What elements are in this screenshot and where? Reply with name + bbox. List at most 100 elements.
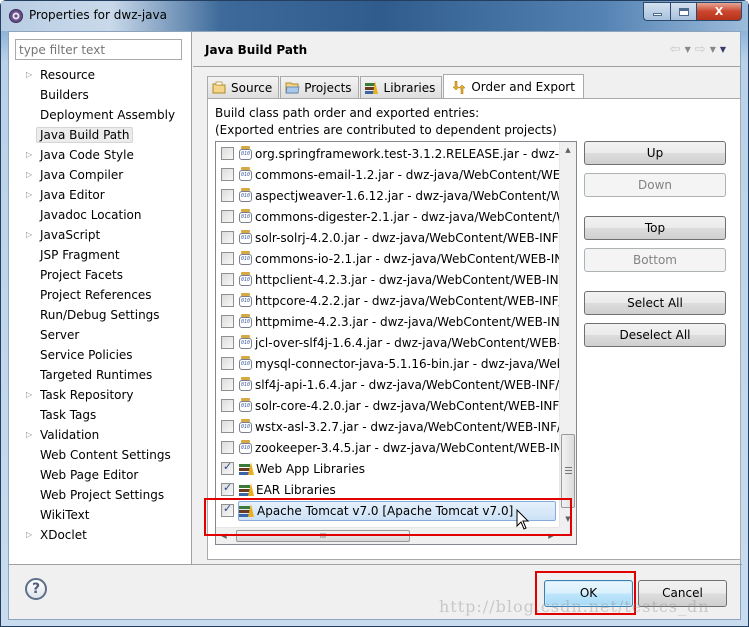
forward-arrow-icon[interactable]: ⇨ [695,42,706,57]
classpath-entry-row[interactable]: 010 commons-io-2.1.jar - dwz-java/WebCont… [216,248,563,269]
nav-item[interactable]: ▷ Task Repository [9,385,192,405]
classpath-entry-row[interactable]: 010 solr-core-4.2.0.jar - dwz-java/WebCon… [216,395,563,416]
cancel-button[interactable]: Cancel [638,580,727,607]
vertical-scrollbar[interactable]: ▲ ▼ [559,142,576,527]
tab-order-and-export[interactable]: Order and Export [443,74,584,99]
classpath-entry-row[interactable]: 010 zookeeper-3.4.5.jar - dwz-java/WebCon… [216,437,562,458]
export-checkbox[interactable] [221,252,234,265]
nav-item[interactable]: Web Page Editor [9,465,192,485]
classpath-entry-row[interactable]: 010 httpcore-4.2.2.jar - dwz-java/WebCont… [216,290,563,311]
minimize-button[interactable] [643,2,670,21]
export-checkbox[interactable] [221,273,234,286]
export-checkbox[interactable] [221,481,234,496]
nav-item[interactable]: Builders [9,85,192,105]
scroll-right-icon[interactable]: ▶ [543,528,559,544]
down-button[interactable]: Down [584,173,726,197]
classpath-entry-row[interactable]: 010 wstx-asl-3.2.7.jar - dwz-java/WebCont… [216,416,564,437]
classpath-entry-row[interactable]: 010 jcl-over-slf4j-1.6.4.jar - dwz-java/W… [216,332,565,353]
nav-item[interactable]: Deployment Assembly [9,105,192,125]
forward-dropdown-icon[interactable]: ▼ [710,45,716,54]
horizontal-scrollbar[interactable]: ◀ III ▶ [216,527,559,544]
back-dropdown-icon[interactable]: ▼ [685,45,691,54]
nav-item[interactable]: ▷ Java Code Style [9,145,192,165]
classpath-entries-list[interactable]: 010 org.springframework.test-3.1.2.RELEAS… [215,141,577,545]
nav-item[interactable]: Server [9,325,192,345]
nav-item[interactable]: Project References [9,285,192,305]
export-checkbox[interactable] [221,210,234,223]
nav-item[interactable]: Web Content Settings [9,445,192,465]
export-checkbox[interactable] [221,294,234,307]
nav-item[interactable]: Task Tags [9,405,192,425]
bottom-button[interactable]: Bottom [584,248,726,272]
nav-item[interactable]: ▷ Validation [9,425,192,445]
nav-item[interactable]: JSP Fragment [9,245,192,265]
expand-arrow-icon[interactable]: ▷ [26,145,32,165]
nav-item[interactable]: ▷ Java Compiler [9,165,192,185]
expand-arrow-icon[interactable]: ▷ [26,165,32,185]
expand-arrow-icon[interactable]: ▷ [26,425,32,445]
tab-projects[interactable]: Projects [280,76,359,98]
up-button[interactable]: Up [584,141,726,165]
nav-item[interactable]: Web Project Settings [9,485,192,505]
scroll-down-icon[interactable]: ▼ [560,511,576,527]
select-all-button[interactable]: Select All [584,291,726,315]
expand-arrow-icon[interactable]: ▷ [26,525,32,545]
nav-item[interactable]: Java Build Path [9,125,192,145]
classpath-entry-row[interactable]: 010 commons-digester-2.1.jar - dwz-java/W… [216,206,568,227]
expand-arrow-icon[interactable]: ▷ [26,185,32,205]
nav-item[interactable]: ▷ JavaScript [9,225,192,245]
export-checkbox[interactable] [221,189,234,202]
classpath-entry-row[interactable]: 010 mysql-connector-java-5.1.16-bin.jar -… [216,353,564,374]
horizontal-scroll-thumb[interactable]: III [236,530,410,542]
scroll-up-icon[interactable]: ▲ [560,142,576,158]
expand-arrow-icon[interactable]: ▷ [26,65,32,85]
classpath-entry-row[interactable]: 010 org.springframework.test-3.1.2.RELEAS… [216,143,570,164]
nav-item[interactable]: Project Facets [9,265,192,285]
export-checkbox[interactable] [221,378,234,391]
nav-item[interactable]: ▷ XDoclet [9,525,192,545]
export-checkbox[interactable] [221,460,234,475]
classpath-entry-row[interactable]: 010 commons-email-1.2.jar - dwz-java/WebC… [216,164,568,185]
filter-input[interactable] [15,39,182,60]
scroll-left-icon[interactable]: ◀ [216,528,232,544]
nav-item[interactable]: ▷ Java Editor [9,185,192,205]
top-button[interactable]: Top [584,216,726,240]
classpath-entry-row[interactable]: 010 solr-solrj-4.2.0.jar - dwz-java/WebCo… [216,227,562,248]
title-bar[interactable]: Properties for dwz-java X [1,1,748,31]
maximize-button[interactable] [670,2,696,21]
export-checkbox[interactable] [221,168,234,181]
nav-item[interactable]: Run/Debug Settings [9,305,192,325]
back-arrow-icon[interactable]: ⇦ [670,42,681,57]
ok-button[interactable]: OK [544,580,633,607]
classpath-entry-row[interactable]: 010 httpclient-4.2.3.jar - dwz-java/WebCo… [216,269,569,290]
classpath-entry-row[interactable]: 010 httpmime-4.2.3.jar - dwz-java/WebCont… [216,311,567,332]
tab-libraries[interactable]: Libraries [359,76,443,98]
export-checkbox[interactable] [221,399,234,412]
export-checkbox[interactable] [221,336,234,349]
nav-item[interactable]: ▷ Resource [9,65,192,85]
classpath-entry-row[interactable]: 010 slf4j-api-1.6.4.jar - dwz-java/WebCon… [216,374,563,395]
export-checkbox[interactable] [221,147,234,160]
export-checkbox[interactable] [221,231,234,244]
export-checkbox[interactable] [221,420,234,433]
export-checkbox[interactable] [221,502,234,517]
export-checkbox[interactable] [221,357,234,370]
close-button[interactable]: X [696,2,742,21]
classpath-entry-row[interactable]: EAR Libraries [216,479,561,500]
nav-item[interactable]: Targeted Runtimes [9,365,192,385]
nav-item[interactable]: Service Policies [9,345,192,365]
view-menu-icon[interactable]: ▼ [720,45,726,54]
classpath-entry-row[interactable]: Apache Tomcat v7.0 [Apache Tomcat v7.0] [216,500,561,521]
export-checkbox[interactable] [221,315,234,328]
classpath-entry-row[interactable]: 010 aspectjweaver-1.6.12.jar - dwz-java/W… [216,185,570,206]
expand-arrow-icon[interactable]: ▷ [26,385,32,405]
vertical-scroll-thumb[interactable] [561,434,575,508]
expand-arrow-icon[interactable]: ▷ [26,225,32,245]
nav-item[interactable]: Javadoc Location [9,205,192,225]
classpath-entry-row[interactable]: Web App Libraries [216,458,561,479]
deselect-all-button[interactable]: Deselect All [584,323,726,347]
export-checkbox[interactable] [221,441,234,454]
nav-item[interactable]: WikiText [9,505,192,525]
tab-source[interactable]: Source [207,76,280,98]
help-icon[interactable]: ? [25,578,47,600]
